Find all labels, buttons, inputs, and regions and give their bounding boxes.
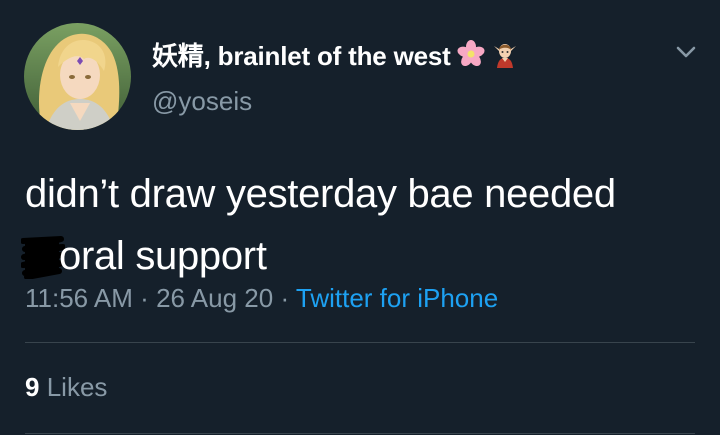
divider: [25, 433, 695, 434]
tweet-date[interactable]: 26 Aug 20: [156, 283, 273, 313]
likes-label: Likes: [46, 372, 108, 402]
meta-separator: ·: [280, 283, 290, 313]
tweet-time[interactable]: 11:56 AM: [25, 283, 133, 313]
tweet-source-link[interactable]: Twitter for iPhone: [296, 283, 498, 313]
avatar[interactable]: [24, 23, 131, 130]
tweet-text-line: oral support: [21, 225, 705, 287]
cherry-blossom-icon: [457, 40, 485, 68]
likes-stat[interactable]: 9 Likes: [25, 372, 107, 403]
author-name-row: 妖精, brainlet of the west: [152, 34, 519, 74]
tweet-text-fragment: oral support: [59, 234, 267, 278]
tweet-metadata: 11:56 AM · 26 Aug 20 · Twitter for iPhon…: [25, 283, 498, 314]
likes-count: 9: [25, 372, 40, 402]
user-handle[interactable]: @yoseis: [152, 86, 252, 117]
tweet-detail: 妖精, brainlet of the west @yoseis didn’t …: [0, 0, 720, 435]
divider: [25, 342, 695, 343]
display-name[interactable]: 妖精, brainlet of the west: [152, 36, 451, 73]
meta-separator: ·: [140, 283, 149, 313]
tweet-text: didn’t draw yesterday bae needed oral su…: [21, 163, 705, 287]
elf-icon: [491, 40, 519, 68]
chevron-down-icon[interactable]: [672, 40, 700, 64]
tweet-text-line: didn’t draw yesterday bae needed: [25, 172, 616, 216]
